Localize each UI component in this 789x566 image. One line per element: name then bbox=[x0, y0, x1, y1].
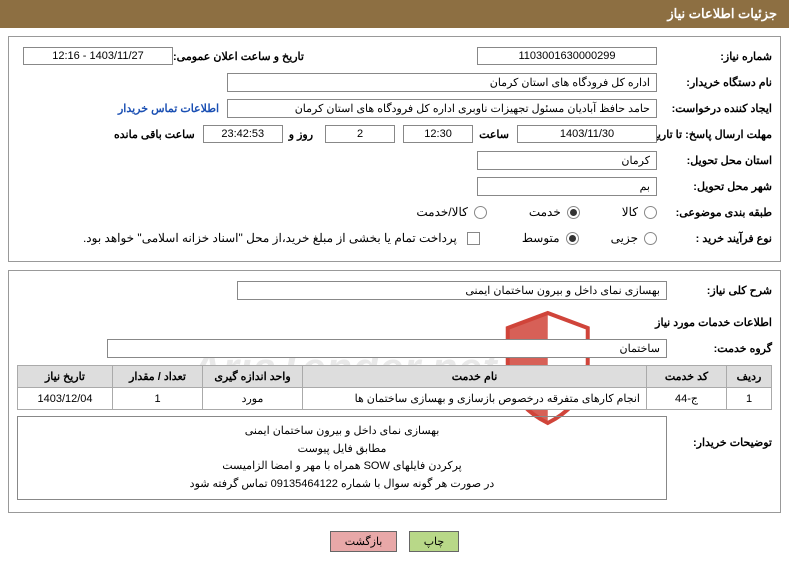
th-row: ردیف bbox=[727, 366, 772, 388]
cell-code: ج-44 bbox=[647, 388, 727, 410]
lbl-city: شهر محل تحویل: bbox=[657, 180, 772, 193]
days-remain: 2 bbox=[325, 125, 395, 143]
category-radio-group: کالا خدمت کالا/خدمت bbox=[416, 205, 657, 219]
lbl-cat-both: کالا/خدمت bbox=[416, 205, 467, 219]
note-line-3: پرکردن فایلهای SOW همراه با مهر و امضا ا… bbox=[28, 458, 656, 476]
time-remain: 23:42:53 bbox=[203, 125, 283, 143]
general-info-box: شماره نیاز: 1103001630000299 تاریخ و ساع… bbox=[8, 36, 781, 262]
back-button[interactable]: بازگشت bbox=[330, 531, 398, 552]
lbl-remain: ساعت باقی مانده bbox=[114, 128, 195, 141]
cell-name: انجام کارهای متفرقه درخصوص بازسازی و بهس… bbox=[303, 388, 647, 410]
lbl-proc-type: نوع فرآیند خرید : bbox=[657, 232, 772, 245]
province: کرمان bbox=[477, 151, 657, 170]
overall-desc: بهسازی نمای داخل و بیرون ساختمان ایمنی bbox=[237, 281, 667, 300]
note-line-4: در صورت هر گونه سوال با شماره 0913546412… bbox=[28, 476, 656, 494]
lbl-time: ساعت bbox=[479, 128, 509, 141]
radio-service[interactable] bbox=[567, 206, 580, 219]
cell-date: 1403/12/04 bbox=[18, 388, 113, 410]
cell-qty: 1 bbox=[113, 388, 203, 410]
lbl-cat-service: خدمت bbox=[529, 205, 561, 219]
note-line-1: بهسازی نمای داخل و بیرون ساختمان ایمنی bbox=[28, 423, 656, 441]
checkbox-treasury[interactable] bbox=[467, 232, 480, 245]
deadline-time: 12:30 bbox=[403, 125, 473, 143]
radio-minor[interactable] bbox=[644, 232, 657, 245]
lbl-services-info: اطلاعات خدمات مورد نیاز bbox=[655, 316, 772, 329]
th-unit: واحد اندازه گیری bbox=[203, 366, 303, 388]
lbl-need-no: شماره نیاز: bbox=[657, 50, 772, 63]
page-title: جزئیات اطلاعات نیاز bbox=[667, 6, 777, 21]
radio-medium[interactable] bbox=[566, 232, 579, 245]
th-date: تاریخ نیاز bbox=[18, 366, 113, 388]
lbl-announce: تاریخ و ساعت اعلان عمومی: bbox=[173, 50, 304, 63]
lbl-overall: شرح کلی نیاز: bbox=[667, 284, 772, 297]
service-group: ساختمان bbox=[107, 339, 667, 358]
cell-no: 1 bbox=[727, 388, 772, 410]
contact-link[interactable]: اطلاعات تماس خریدار bbox=[118, 102, 219, 115]
lbl-days-and: روز و bbox=[289, 128, 313, 141]
radio-both[interactable] bbox=[474, 206, 487, 219]
button-row: چاپ بازگشت bbox=[0, 521, 789, 562]
lbl-requester: ایجاد کننده درخواست: bbox=[657, 102, 772, 115]
lbl-province: استان محل تحویل: bbox=[657, 154, 772, 167]
proc-radio-group: جزیی متوسط پرداخت تمام یا بخشی از مبلغ خ… bbox=[83, 231, 657, 245]
table-header-row: ردیف کد خدمت نام خدمت واحد اندازه گیری ت… bbox=[18, 366, 772, 388]
lbl-deadline: مهلت ارسال پاسخ: تا تاریخ: bbox=[657, 128, 772, 141]
lbl-buyer-org: نام دستگاه خریدار: bbox=[657, 76, 772, 89]
th-code: کد خدمت bbox=[647, 366, 727, 388]
th-qty: تعداد / مقدار bbox=[113, 366, 203, 388]
deadline-date: 1403/11/30 bbox=[517, 125, 657, 143]
announce-datetime: 1403/11/27 - 12:16 bbox=[23, 47, 173, 65]
lbl-buyer-notes: توضیحات خریدار: bbox=[667, 416, 772, 449]
need-number: 1103001630000299 bbox=[477, 47, 657, 65]
buyer-notes: بهسازی نمای داخل و بیرون ساختمان ایمنی م… bbox=[17, 416, 667, 500]
radio-goods[interactable] bbox=[644, 206, 657, 219]
lbl-category: طبقه بندی موضوعی: bbox=[657, 206, 772, 219]
page-header: جزئیات اطلاعات نیاز bbox=[0, 0, 789, 28]
services-table: ردیف کد خدمت نام خدمت واحد اندازه گیری ت… bbox=[17, 365, 772, 410]
print-button[interactable]: چاپ bbox=[409, 531, 460, 552]
th-name: نام خدمت bbox=[303, 366, 647, 388]
lbl-proc-medium: متوسط bbox=[522, 231, 560, 245]
cell-unit: مورد bbox=[203, 388, 303, 410]
requester: حامد حافظ آبادیان مسئول تجهیزات ناوبری ا… bbox=[227, 99, 657, 118]
description-box: AriaTender.net شرح کلی نیاز: بهسازی نمای… bbox=[8, 270, 781, 513]
lbl-cat-goods: کالا bbox=[622, 205, 638, 219]
lbl-group: گروه خدمت: bbox=[667, 342, 772, 355]
city: بم bbox=[477, 177, 657, 196]
table-row: 1 ج-44 انجام کارهای متفرقه درخصوص بازساز… bbox=[18, 388, 772, 410]
lbl-proc-minor: جزیی bbox=[611, 231, 638, 245]
buyer-org: اداره کل فرودگاه های استان کرمان bbox=[227, 73, 657, 92]
payment-note: پرداخت تمام یا بخشی از مبلغ خرید،از محل … bbox=[83, 231, 457, 245]
note-line-2: مطابق فایل پیوست bbox=[28, 441, 656, 459]
